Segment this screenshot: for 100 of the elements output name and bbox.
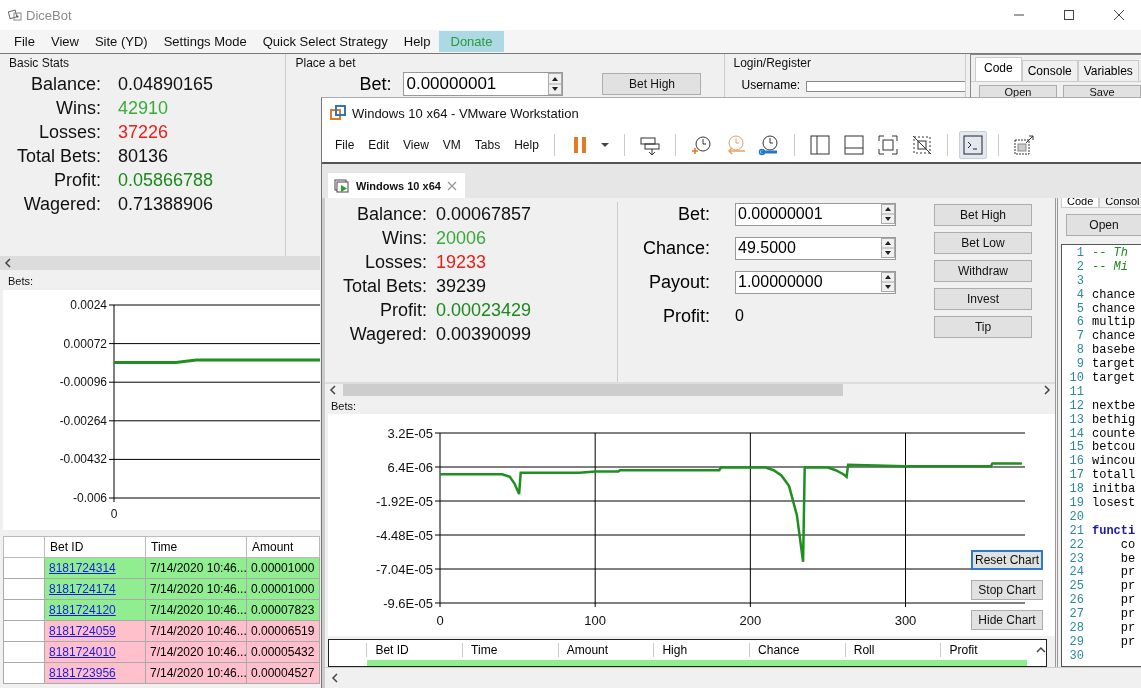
spin-buttons[interactable]	[881, 204, 895, 224]
menu-item[interactable]: Help	[507, 138, 546, 152]
spin-buttons[interactable]	[881, 272, 895, 292]
line-number: 9	[1075, 358, 1084, 372]
column-header[interactable]: Roll	[844, 643, 941, 657]
code-line: pr	[1119, 608, 1136, 623]
action-button[interactable]: Withdraw	[934, 260, 1032, 282]
field-label: Bet:	[676, 203, 710, 225]
column-header[interactable]: Bet ID	[44, 536, 146, 558]
scroll-left-icon[interactable]	[329, 385, 337, 396]
column-header[interactable]: Amount	[246, 536, 320, 558]
menu-item[interactable]: Help	[395, 31, 439, 52]
bet-id-link[interactable]: 8181723956	[49, 666, 116, 680]
bet-id-link[interactable]: 8181724120	[49, 603, 116, 617]
bet-id-link[interactable]: 8181724010	[49, 645, 116, 659]
open-button[interactable]: Open	[1066, 214, 1141, 236]
stat-value: 0.00390099	[436, 323, 533, 346]
line-number: 6	[1075, 316, 1084, 330]
column-header[interactable]: Profit	[940, 643, 1037, 657]
column-header[interactable]: High	[653, 643, 750, 657]
scroll-up-icon[interactable]	[1036, 646, 1046, 654]
scroll-right-icon[interactable]	[1043, 385, 1051, 396]
line-number: 27	[1068, 608, 1084, 622]
field-label: Bet:	[358, 73, 392, 95]
menu-item[interactable]: Site (YD)	[86, 31, 156, 52]
column-header[interactable]: Time	[462, 643, 558, 657]
line-number: 1	[1075, 247, 1084, 261]
action-button[interactable]: Tip	[934, 316, 1032, 338]
column-header[interactable]: Amount	[557, 643, 654, 657]
menu-item[interactable]: VM	[435, 138, 468, 152]
menu-item[interactable]: Quick Select Strategy	[254, 31, 396, 52]
tab[interactable]: Code	[1061, 198, 1100, 208]
stat-value: 20006	[436, 227, 488, 250]
line-number: 20	[1068, 510, 1084, 525]
action-button[interactable]: Bet Low	[934, 232, 1032, 254]
scroll-left-icon[interactable]	[4, 258, 12, 268]
maximize-icon[interactable]	[1063, 9, 1075, 21]
number-field[interactable]: 0.00000001	[735, 202, 896, 226]
chart-button[interactable]: Hide Chart	[971, 610, 1043, 630]
bet-id-link[interactable]: 8181724314	[49, 561, 116, 575]
code-line: pr	[1119, 594, 1136, 609]
menu-item[interactable]: File	[328, 138, 362, 152]
line-number: 28	[1068, 622, 1084, 636]
number-field[interactable]: 1.00000000	[735, 270, 896, 294]
menu-item[interactable]: File	[6, 31, 43, 52]
tab[interactable]: Variables	[1077, 60, 1139, 81]
code-line: chance	[1092, 288, 1136, 303]
scroll-thumb[interactable]	[343, 384, 843, 397]
column-header[interactable]: Chance	[749, 643, 845, 657]
username-field[interactable]	[806, 81, 965, 92]
axis-label: -0.00432	[59, 452, 107, 467]
code-line: -- Th	[1092, 247, 1128, 261]
code-line: functi	[1092, 524, 1136, 539]
axis-label: 0.0024	[70, 298, 107, 312]
menu-item[interactable]: Settings Mode	[155, 31, 255, 52]
code-line: betcou	[1092, 441, 1136, 455]
tab[interactable]: Windows 10 x64	[328, 173, 465, 198]
action-button[interactable]: Invest	[934, 288, 1032, 310]
code-line: co	[1119, 538, 1136, 553]
stat-label: Profit:	[53, 169, 101, 192]
code-line: totall	[1092, 469, 1136, 483]
bet-id-link[interactable]: 8181724174	[49, 582, 116, 596]
terminal-icon[interactable]	[958, 131, 987, 159]
axis-label: 0.00072	[63, 336, 107, 351]
column-header[interactable]: Bet ID	[366, 643, 463, 657]
line-number: 10	[1068, 372, 1084, 386]
line-number: 24	[1068, 566, 1084, 580]
bet-id-link[interactable]: 8181724059	[49, 624, 116, 638]
menu-item[interactable]: View	[396, 138, 436, 152]
line-number: 26	[1068, 594, 1084, 608]
scrollbar[interactable]	[0, 256, 320, 270]
overlapping-squares-icon	[330, 105, 346, 121]
stat-value: 0.71388906	[118, 193, 215, 216]
menu-item[interactable]: Tabs	[467, 138, 508, 152]
stat-label: Losses:	[363, 251, 427, 274]
play-screen-icon	[334, 177, 350, 194]
code-line: pr	[1119, 622, 1136, 636]
chart-button[interactable]: Stop Chart	[971, 580, 1043, 600]
chart-button[interactable]: Reset Chart	[971, 550, 1043, 570]
action-button[interactable]: Bet High	[934, 204, 1032, 226]
tab[interactable]: Code	[975, 57, 1022, 81]
column-header[interactable]: Time	[145, 536, 247, 558]
line-number: 14	[1068, 427, 1084, 441]
number-field[interactable]: 49.5000	[735, 236, 896, 260]
axis-label: 6.4E-06	[387, 460, 433, 475]
menu-item[interactable]: View	[42, 31, 87, 52]
code-line: pr	[1119, 566, 1136, 581]
tab[interactable]: Consol	[1099, 198, 1141, 208]
spin-buttons[interactable]	[548, 73, 563, 95]
stat-value: 19233	[436, 251, 488, 274]
spin-buttons[interactable]	[881, 238, 895, 258]
code-editor[interactable]	[1061, 244, 1141, 667]
close-icon[interactable]	[1113, 9, 1125, 21]
line-number: 13	[1068, 413, 1084, 428]
scroll-left-icon[interactable]	[331, 673, 339, 683]
menu-item[interactable]: Edit	[361, 138, 397, 152]
number-field[interactable]: 0.00000001	[403, 72, 564, 96]
bet-high-button[interactable]: Bet High	[602, 73, 702, 95]
tab[interactable]: Console	[1021, 60, 1078, 81]
line-number: 8	[1075, 344, 1084, 358]
